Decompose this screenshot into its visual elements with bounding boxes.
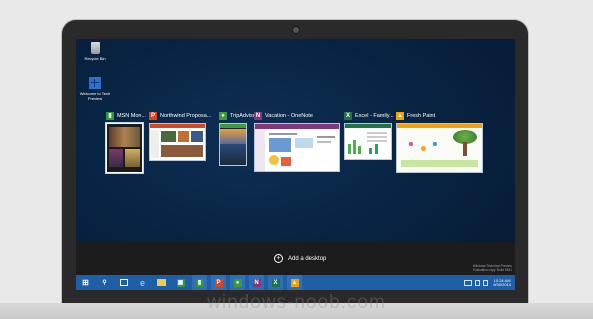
window-preview: [219, 123, 247, 166]
search-button[interactable]: ⚲: [97, 275, 112, 290]
windows-icon: [89, 77, 101, 89]
powerpoint-icon: P: [149, 111, 157, 120]
tripadvisor-icon: ●: [219, 111, 227, 120]
window-preview: [254, 123, 340, 172]
taskbar-onenote[interactable]: N: [249, 275, 264, 290]
internet-explorer-icon: e: [139, 277, 145, 288]
window-title: MSN Mon...: [117, 112, 147, 119]
system-tray: 10:24 AM 9/30/2014: [464, 275, 511, 290]
desktop-icon-label: Recycle Bin: [84, 56, 106, 61]
onenote-icon: N: [252, 278, 261, 287]
folder-icon: [157, 279, 166, 286]
window-preview: [396, 123, 483, 173]
clock[interactable]: 10:24 AM 9/30/2014: [493, 278, 511, 287]
store-icon: ▣: [176, 278, 185, 287]
onenote-icon: N: [254, 111, 262, 120]
excel-icon: X: [271, 278, 280, 287]
plus-icon: +: [274, 254, 283, 263]
window-title: Excel - Family...: [355, 112, 394, 119]
msn-money-icon: ▮: [195, 278, 204, 287]
task-view-icon: [119, 279, 128, 286]
build-watermark: Windows Technical Preview Evaluation cop…: [473, 264, 512, 272]
watermark-line2: Evaluation copy. Build 9841: [472, 268, 512, 272]
store-button[interactable]: ▣: [173, 275, 188, 290]
desktop-icon-recycle-bin[interactable]: Recycle Bin: [76, 42, 114, 61]
fresh-paint-icon: ▲: [290, 278, 299, 287]
desktop-icon-label: Welcome to Tech Preview: [79, 91, 111, 101]
taskbar-tripadvisor[interactable]: ●: [230, 275, 245, 290]
add-desktop-button[interactable]: + Add a desktop: [274, 254, 326, 263]
taskbar-excel[interactable]: X: [268, 275, 283, 290]
window-preview: [344, 123, 392, 160]
desktop-screen: Recycle Bin Welcome to Tech Preview ▮ MS…: [76, 39, 515, 290]
task-view-button[interactable]: [116, 275, 131, 290]
network-icon[interactable]: [475, 279, 481, 286]
window-title: Northwind Proposa...: [160, 112, 212, 119]
file-explorer-button[interactable]: [154, 275, 169, 290]
msn-money-icon: ▮: [106, 111, 114, 120]
window-preview: [149, 123, 206, 161]
internet-explorer-button[interactable]: e: [135, 275, 150, 290]
taskbar-fresh-paint[interactable]: ▲: [287, 275, 302, 290]
taskbar-msn-money[interactable]: ▮: [192, 275, 207, 290]
window-title: Vacation - OneNote: [265, 112, 313, 119]
window-preview: [106, 123, 143, 173]
start-button[interactable]: ⊞: [78, 275, 93, 290]
powerpoint-icon: P: [214, 278, 223, 287]
add-desktop-label: Add a desktop: [288, 255, 327, 262]
webcam: [293, 27, 299, 33]
clock-date: 9/30/2014: [493, 281, 511, 287]
task-view-bottom-bar: + Add a desktop Windows Technical Previe…: [76, 242, 515, 275]
volume-icon[interactable]: [483, 279, 489, 286]
fresh-paint-icon: ▲: [396, 111, 404, 120]
windows-logo-icon: ⊞: [82, 278, 89, 287]
excel-icon: X: [344, 111, 352, 120]
tripadvisor-icon: ●: [233, 278, 242, 287]
search-icon: ⚲: [102, 280, 107, 286]
recycle-bin-icon: [90, 42, 100, 54]
taskbar-powerpoint[interactable]: P: [211, 275, 226, 290]
window-title: Fresh Paint: [407, 112, 436, 119]
site-watermark: windows-noob.com: [207, 292, 386, 313]
desktop-icon-welcome[interactable]: Welcome to Tech Preview: [76, 77, 114, 101]
taskbar: ⊞ ⚲ e ▣ ▮ P ● N X ▲ 10:24 AM 9/30/2014: [76, 275, 515, 290]
keyboard-icon[interactable]: [464, 279, 473, 286]
